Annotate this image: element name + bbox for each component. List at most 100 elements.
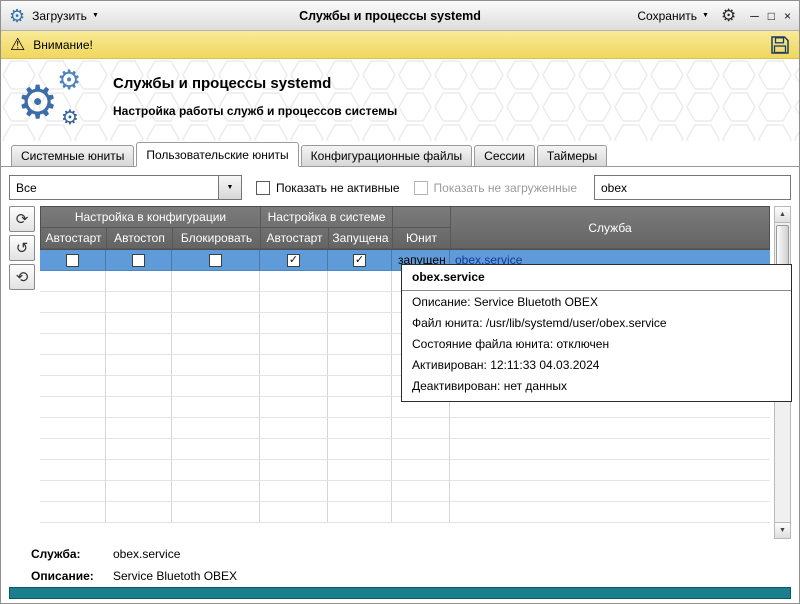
column-header-config-autostop[interactable]: Автостоп: [107, 228, 173, 249]
table-cell[interactable]: [260, 481, 328, 501]
table-cell[interactable]: [172, 355, 260, 375]
table-row[interactable]: [40, 439, 770, 460]
table-cell[interactable]: [40, 418, 106, 438]
tab-config-files[interactable]: Конфигурационные файлы: [301, 145, 472, 166]
table-cell[interactable]: [450, 439, 770, 459]
table-row[interactable]: [40, 418, 770, 439]
table-cell[interactable]: [172, 292, 260, 312]
table-cell[interactable]: [40, 439, 106, 459]
table-cell[interactable]: [328, 313, 392, 333]
reload-button[interactable]: ⟲: [9, 264, 35, 290]
checkbox-box[interactable]: [256, 181, 270, 195]
column-header-service[interactable]: Служба: [451, 207, 769, 249]
save-file-icon[interactable]: [770, 35, 790, 55]
table-cell[interactable]: [260, 397, 328, 417]
column-header-config-block[interactable]: Блокировать: [173, 228, 261, 249]
show-inactive-checkbox[interactable]: Показать не активные: [256, 181, 400, 195]
table-cell[interactable]: [172, 502, 260, 522]
table-cell[interactable]: [392, 460, 450, 480]
table-cell[interactable]: [106, 292, 172, 312]
checkbox-config-autostop[interactable]: [132, 254, 145, 267]
table-row[interactable]: [40, 460, 770, 481]
table-cell[interactable]: [40, 355, 106, 375]
table-cell[interactable]: [450, 460, 770, 480]
tab-timers[interactable]: Таймеры: [537, 145, 607, 166]
chevron-down-icon[interactable]: ▼: [218, 176, 241, 199]
table-cell[interactable]: [106, 439, 172, 459]
table-cell[interactable]: [106, 418, 172, 438]
table-cell[interactable]: [172, 376, 260, 396]
table-cell[interactable]: [260, 313, 328, 333]
table-cell[interactable]: [328, 481, 392, 501]
table-cell[interactable]: [172, 439, 260, 459]
maximize-button[interactable]: □: [768, 9, 775, 23]
table-cell[interactable]: [328, 355, 392, 375]
checkbox-system-autostart[interactable]: ✓: [287, 254, 300, 267]
table-cell[interactable]: [450, 502, 770, 522]
table-cell[interactable]: [172, 397, 260, 417]
checkbox-config-block[interactable]: [209, 254, 222, 267]
table-cell[interactable]: [172, 313, 260, 333]
column-header-unit[interactable]: Юнит: [393, 228, 451, 249]
table-cell[interactable]: [328, 376, 392, 396]
table-cell[interactable]: [260, 502, 328, 522]
table-cell[interactable]: [260, 418, 328, 438]
table-cell[interactable]: [172, 271, 260, 291]
table-cell[interactable]: [40, 313, 106, 333]
load-menu-button[interactable]: Загрузить ▼: [32, 9, 99, 23]
tab-user-units[interactable]: Пользовательские юниты: [136, 142, 298, 167]
table-row[interactable]: [40, 481, 770, 502]
checkbox-config-autostart[interactable]: [66, 254, 79, 267]
table-cell[interactable]: [392, 481, 450, 501]
table-cell[interactable]: [106, 376, 172, 396]
table-cell[interactable]: [106, 313, 172, 333]
table-cell[interactable]: [172, 418, 260, 438]
search-input[interactable]: [594, 175, 791, 200]
table-cell[interactable]: [172, 460, 260, 480]
tab-sessions[interactable]: Сессии: [474, 145, 535, 166]
close-button[interactable]: ×: [784, 9, 791, 23]
column-header-system-running[interactable]: Запущена: [329, 228, 393, 249]
scroll-up-button[interactable]: ▲: [775, 207, 790, 223]
table-cell[interactable]: [392, 418, 450, 438]
table-cell[interactable]: [450, 418, 770, 438]
table-cell[interactable]: [106, 334, 172, 354]
table-cell[interactable]: [40, 397, 106, 417]
table-cell[interactable]: [260, 292, 328, 312]
table-cell[interactable]: [40, 376, 106, 396]
table-row[interactable]: [40, 502, 770, 523]
revert-button[interactable]: ↺: [9, 235, 35, 261]
tab-system-units[interactable]: Системные юниты: [11, 145, 134, 166]
column-header-system-autostart[interactable]: Автостарт: [261, 228, 329, 249]
table-cell[interactable]: [260, 271, 328, 291]
table-cell[interactable]: [328, 418, 392, 438]
scroll-down-button[interactable]: ▼: [775, 522, 790, 538]
table-cell[interactable]: [392, 439, 450, 459]
table-cell[interactable]: [392, 502, 450, 522]
table-cell[interactable]: [106, 481, 172, 501]
table-cell[interactable]: [260, 355, 328, 375]
table-cell[interactable]: [40, 502, 106, 522]
save-menu-button[interactable]: Сохранить ▼: [637, 9, 709, 23]
table-cell[interactable]: [172, 481, 260, 501]
table-cell[interactable]: [260, 439, 328, 459]
table-cell[interactable]: [328, 334, 392, 354]
table-cell[interactable]: [328, 460, 392, 480]
table-cell[interactable]: [106, 397, 172, 417]
table-cell[interactable]: [260, 460, 328, 480]
column-header-config-autostart[interactable]: Автостарт: [41, 228, 107, 249]
table-cell[interactable]: [260, 334, 328, 354]
refresh-button[interactable]: ⟳: [9, 206, 35, 232]
table-cell[interactable]: [328, 292, 392, 312]
table-cell[interactable]: [106, 502, 172, 522]
table-cell[interactable]: [106, 460, 172, 480]
table-cell[interactable]: [40, 334, 106, 354]
table-cell[interactable]: [40, 460, 106, 480]
settings-gear-icon[interactable]: ⚙: [721, 7, 736, 24]
table-cell[interactable]: [450, 481, 770, 501]
table-cell[interactable]: [328, 439, 392, 459]
table-cell[interactable]: [106, 355, 172, 375]
table-cell[interactable]: [40, 481, 106, 501]
table-cell[interactable]: [328, 502, 392, 522]
table-cell[interactable]: [172, 334, 260, 354]
